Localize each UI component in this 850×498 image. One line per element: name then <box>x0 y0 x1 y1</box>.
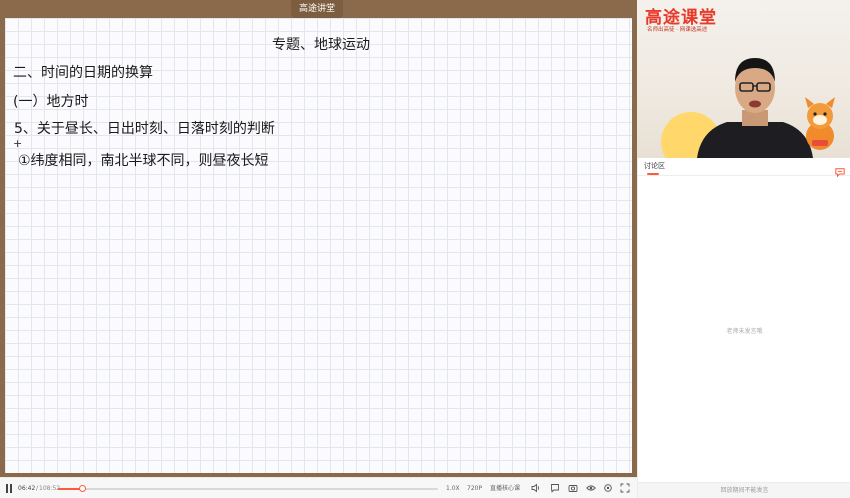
chat-bubble-icon[interactable] <box>835 162 845 181</box>
chat-header: 讨论区 <box>638 158 850 178</box>
board-line: 二、时间的日期的换算 <box>13 65 153 81</box>
board-heading: 专题、地球运动 <box>272 37 370 53</box>
board-line: (一）地方时 <box>13 94 89 110</box>
teacher-webcam: 高途课堂 名师出高徒 · 网课选高途 <box>637 0 850 158</box>
discussion-panel: 讨论区 老师未发言哦 回放期间不能发言 <box>637 158 850 498</box>
progress-bar[interactable] <box>58 485 438 492</box>
current-time: 06:42 <box>18 485 36 492</box>
eye-icon[interactable] <box>586 483 596 493</box>
brand-logo-slogan: 名师出高徒 · 网课选高途 <box>647 27 708 33</box>
volume-icon[interactable] <box>531 483 541 493</box>
speed-button[interactable]: 1.0X <box>446 478 460 498</box>
board-cursor-mark: + <box>13 137 23 150</box>
progress-handle[interactable] <box>78 485 86 492</box>
chat-empty-state: 老师未发言哦 <box>726 328 763 335</box>
chat-tab-title[interactable]: 讨论区 <box>644 161 665 171</box>
bullet-comment-icon[interactable] <box>550 483 560 493</box>
board-title-tab: 高途讲堂 <box>291 0 343 18</box>
time-separator: / <box>36 485 39 492</box>
board-line: 5、关于昼长、日出时刻、日落时刻的判断 <box>14 121 275 137</box>
board-line: ①纬度相同，南北半球不同，则昼夜长短 <box>18 153 269 169</box>
quality-button[interactable]: 720P <box>467 478 482 498</box>
chat-input-disabled: 回放期间不能发言 <box>638 482 850 498</box>
player-controls: 06:42 / 108:52 1.0X 720P 直播核心课 <box>0 477 637 498</box>
whiteboard: 专题、地球运动 二、时间的日期的换算 (一）地方时 5、关于昼长、日出时刻、日落… <box>5 18 632 473</box>
screenshot-icon[interactable] <box>568 483 578 493</box>
fullscreen-icon[interactable] <box>620 483 630 493</box>
chat-tab-indicator <box>647 173 659 175</box>
play-pause-icon[interactable] <box>6 478 13 493</box>
mascot-figure <box>805 97 835 150</box>
app-window: 高途讲堂 专题、地球运动 二、时间的日期的换算 (一）地方时 5、关于昼长、日出… <box>0 0 850 498</box>
board-frame: 高途讲堂 专题、地球运动 二、时间的日期的换算 (一）地方时 5、关于昼长、日出… <box>0 0 637 477</box>
settings-icon[interactable] <box>603 483 613 493</box>
total-time: 108:52 <box>39 485 61 492</box>
course-type-label: 直播核心课 <box>490 485 521 492</box>
